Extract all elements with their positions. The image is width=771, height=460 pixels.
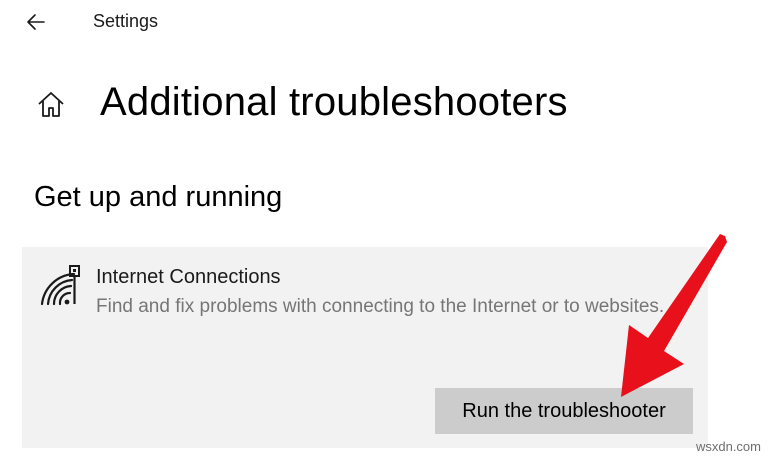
back-arrow-icon: [27, 14, 45, 30]
back-button[interactable]: [22, 8, 50, 36]
troubleshooter-description: Find and fix problems with connecting to…: [96, 296, 665, 317]
section-heading: Get up and running: [34, 181, 283, 213]
title-bar: Settings: [0, 0, 771, 44]
wifi-network-icon: [38, 264, 82, 308]
page-title: Additional troubleshooters: [100, 80, 568, 124]
home-icon[interactable]: [36, 90, 66, 120]
window-title: Settings: [93, 11, 159, 31]
troubleshooter-card[interactable]: Internet Connections Find and fix proble…: [22, 247, 708, 448]
troubleshooter-title: Internet Connections: [96, 266, 281, 288]
run-troubleshooter-button[interactable]: Run the troubleshooter: [435, 388, 693, 434]
watermark: wsxdn.com: [695, 439, 761, 454]
